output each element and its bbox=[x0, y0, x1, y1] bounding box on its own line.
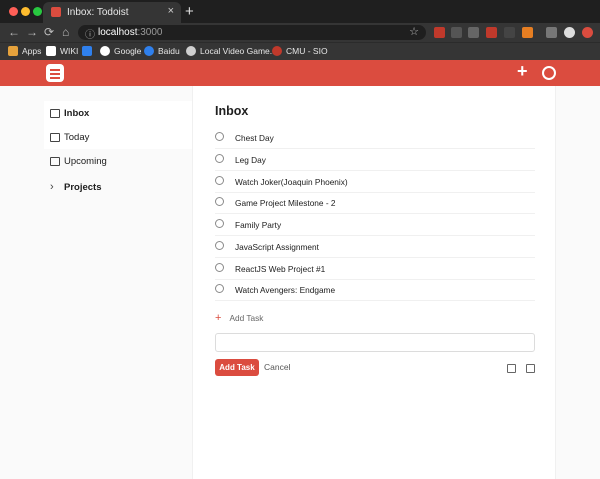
project-list-icon[interactable] bbox=[526, 364, 535, 373]
sidebar-item-inbox[interactable]: Inbox bbox=[44, 101, 192, 125]
bookmark-apps[interactable]: Apps bbox=[8, 46, 41, 56]
task-row[interactable]: Watch Joker(Joaquin Phoenix) bbox=[215, 171, 535, 193]
google-icon bbox=[100, 46, 110, 56]
task-title: Chest Day bbox=[235, 133, 274, 143]
address-url: localhost:3000 bbox=[98, 27, 163, 38]
extension-icon[interactable] bbox=[486, 27, 497, 38]
calendar-icon bbox=[50, 132, 60, 142]
extension-icon[interactable] bbox=[504, 27, 515, 38]
bookmark-star-icon[interactable]: ☆ bbox=[409, 25, 419, 38]
task-title: Family Party bbox=[235, 220, 282, 230]
sidebar-item-label: Upcoming bbox=[64, 155, 107, 167]
task-row[interactable]: Watch Avengers: Endgame bbox=[215, 279, 535, 301]
add-task-button[interactable]: Add Task bbox=[215, 359, 259, 376]
apps-grid-icon bbox=[8, 46, 18, 56]
back-arrow-icon[interactable]: ← bbox=[8, 25, 20, 39]
extension-icon[interactable] bbox=[546, 27, 557, 38]
bookmark-google[interactable]: Google bbox=[100, 46, 141, 56]
task-row[interactable]: JavaScript Assignment bbox=[215, 236, 535, 258]
calendar-icon[interactable] bbox=[507, 364, 516, 373]
task-checkbox[interactable] bbox=[215, 176, 224, 185]
extension-icon[interactable] bbox=[522, 27, 533, 38]
main-content: Inbox Chest Day Leg Day Watch Joker(Joaq… bbox=[192, 86, 556, 479]
browser-tab-strip: Inbox: Todoist × + bbox=[0, 0, 600, 23]
forward-arrow-icon[interactable]: → bbox=[26, 25, 38, 39]
sidebar-item-projects[interactable]: › Projects bbox=[44, 175, 192, 199]
globe-icon bbox=[186, 46, 196, 56]
zoom-window-button[interactable] bbox=[33, 7, 42, 16]
task-checkbox[interactable] bbox=[215, 219, 224, 228]
inbox-icon bbox=[50, 108, 60, 118]
sidebar-item-label: Today bbox=[64, 131, 90, 143]
extension-icon[interactable] bbox=[468, 27, 479, 38]
tab-title: Inbox: Todoist bbox=[67, 7, 129, 18]
task-row[interactable]: Family Party bbox=[215, 214, 535, 236]
plus-icon: + bbox=[215, 312, 222, 324]
sidebar-item-today[interactable]: Today bbox=[44, 125, 192, 149]
add-task-link[interactable]: + Add Task bbox=[215, 312, 263, 324]
bookmark-folder[interactable] bbox=[82, 46, 92, 56]
sidebar-item-upcoming[interactable]: Upcoming bbox=[44, 149, 192, 173]
task-title: ReactJS Web Project #1 bbox=[235, 264, 326, 274]
folder-icon bbox=[82, 46, 92, 56]
task-title: Watch Joker(Joaquin Phoenix) bbox=[235, 177, 348, 187]
extension-icon[interactable] bbox=[434, 27, 445, 38]
task-row[interactable]: Leg Day bbox=[215, 149, 535, 171]
browser-tab[interactable]: Inbox: Todoist × bbox=[43, 2, 181, 23]
task-checkbox[interactable] bbox=[215, 284, 224, 293]
minimize-window-button[interactable] bbox=[21, 7, 30, 16]
app-header: + bbox=[0, 60, 600, 86]
task-title: Leg Day bbox=[235, 155, 266, 165]
rss-feed-icon[interactable] bbox=[542, 66, 556, 80]
home-icon[interactable]: ⌂ bbox=[62, 25, 69, 39]
bookmark-baidu[interactable]: Baidu bbox=[144, 46, 180, 56]
cmu-icon bbox=[272, 46, 282, 56]
baidu-icon bbox=[144, 46, 154, 56]
reload-icon[interactable]: ⟳ bbox=[44, 25, 54, 39]
task-checkbox[interactable] bbox=[215, 197, 224, 206]
bookmark-wiki[interactable]: WIKI bbox=[46, 46, 78, 56]
chevron-right-icon: › bbox=[50, 181, 54, 193]
extension-icon[interactable] bbox=[451, 27, 462, 38]
new-tab-button[interactable]: + bbox=[185, 3, 194, 20]
tab-close-icon[interactable]: × bbox=[168, 5, 174, 17]
sidebar-item-label: Inbox bbox=[64, 107, 90, 119]
wiki-icon bbox=[46, 46, 56, 56]
task-row[interactable]: Chest Day bbox=[215, 127, 535, 149]
task-title: Game Project Milestone - 2 bbox=[235, 198, 336, 208]
task-checkbox[interactable] bbox=[215, 154, 224, 163]
task-row[interactable]: Game Project Milestone - 2 bbox=[215, 192, 535, 214]
cancel-button[interactable]: Cancel bbox=[264, 362, 290, 372]
address-bar[interactable]: ⓘ localhost:3000 ☆ bbox=[78, 25, 426, 41]
add-task-label: Add Task bbox=[229, 313, 264, 323]
task-checkbox[interactable] bbox=[215, 132, 224, 141]
task-title: JavaScript Assignment bbox=[235, 242, 319, 252]
calendar-grid-icon bbox=[50, 156, 60, 166]
browser-menu-icon[interactable] bbox=[582, 27, 593, 38]
browser-toolbar: ← → ⟳ ⌂ ⓘ localhost:3000 ☆ bbox=[0, 23, 600, 42]
todoist-favicon-icon bbox=[51, 7, 61, 17]
bookmark-local-video-game[interactable]: Local Video Game... bbox=[186, 46, 277, 56]
new-task-input[interactable] bbox=[215, 333, 535, 352]
quick-add-plus-icon[interactable]: + bbox=[517, 61, 528, 82]
page-title: Inbox bbox=[215, 104, 249, 118]
close-window-button[interactable] bbox=[9, 7, 18, 16]
profile-avatar[interactable] bbox=[564, 27, 575, 38]
task-title: Watch Avengers: Endgame bbox=[235, 285, 336, 295]
bookmark-cmu-sio[interactable]: CMU - SIO bbox=[272, 46, 328, 56]
bookmarks-bar: Apps WIKI Google Baidu Local Video Game.… bbox=[0, 42, 600, 60]
task-row[interactable]: ReactJS Web Project #1 bbox=[215, 258, 535, 280]
task-checkbox[interactable] bbox=[215, 263, 224, 272]
task-checkbox[interactable] bbox=[215, 241, 224, 250]
sidebar-item-label: Projects bbox=[64, 181, 102, 193]
todoist-logo-icon[interactable] bbox=[46, 64, 64, 82]
info-icon[interactable]: ⓘ bbox=[85, 26, 95, 41]
